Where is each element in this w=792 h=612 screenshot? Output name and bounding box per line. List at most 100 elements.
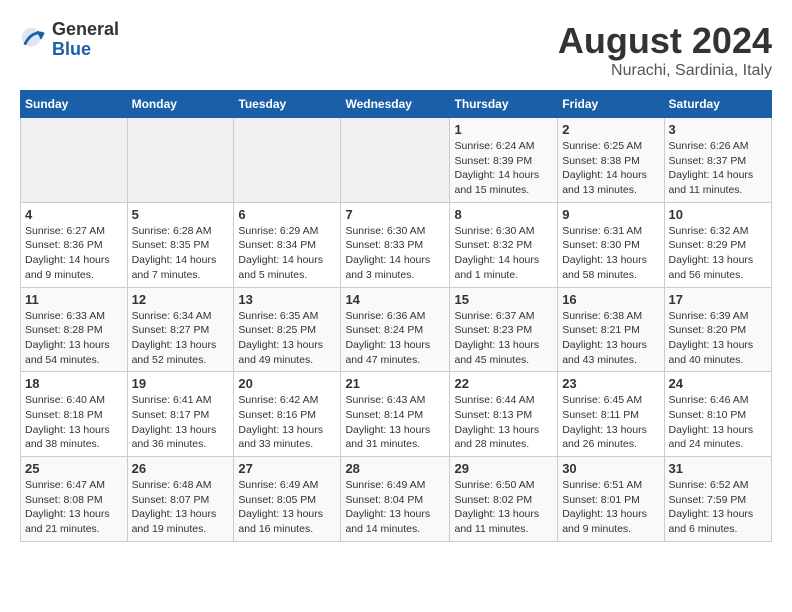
day-info: Sunrise: 6:40 AMSunset: 8:18 PMDaylight:… — [25, 393, 123, 452]
day-info: Sunrise: 6:43 AMSunset: 8:14 PMDaylight:… — [345, 393, 445, 452]
calendar-cell: 8Sunrise: 6:30 AMSunset: 8:32 PMDaylight… — [450, 202, 558, 287]
day-info: Sunrise: 6:39 AMSunset: 8:20 PMDaylight:… — [669, 309, 767, 368]
calendar-cell: 29 Sunrise: 6:50 AMSunset: 8:02 PMDayligh… — [450, 457, 558, 542]
calendar-cell: 22 Sunrise: 6:44 AMSunset: 8:13 PMDayligh… — [450, 372, 558, 457]
day-number: 29 — [454, 461, 553, 476]
logo-blue: Blue — [52, 40, 119, 60]
title-block: August 2024 Nurachi, Sardinia, Italy — [558, 20, 772, 80]
calendar-cell — [21, 118, 128, 203]
header-tuesday: Tuesday — [234, 91, 341, 118]
day-number: 7 — [345, 207, 445, 222]
calendar-cell: 5 Sunrise: 6:28 AMSunset: 8:35 PMDaylight… — [127, 202, 234, 287]
day-number: 16 — [562, 292, 659, 307]
day-info: Sunrise: 6:31 AMSunset: 8:30 PMDaylight:… — [562, 224, 659, 283]
day-info: Sunrise: 6:47 AMSunset: 8:08 PMDaylight:… — [25, 478, 123, 537]
calendar-cell: 23 Sunrise: 6:45 AMSunset: 8:11 PMDayligh… — [558, 372, 664, 457]
day-info: Sunrise: 6:45 AMSunset: 8:11 PMDaylight:… — [562, 393, 659, 452]
day-number: 14 — [345, 292, 445, 307]
calendar-cell: 11 Sunrise: 6:33 AMSunset: 8:28 PMDayligh… — [21, 287, 128, 372]
day-info: Sunrise: 6:33 AMSunset: 8:28 PMDaylight:… — [25, 309, 123, 368]
day-info: Sunrise: 6:42 AMSunset: 8:16 PMDaylight:… — [238, 393, 336, 452]
day-info: Sunrise: 6:49 AMSunset: 8:04 PMDaylight:… — [345, 478, 445, 537]
calendar-week-3: 11 Sunrise: 6:33 AMSunset: 8:28 PMDayligh… — [21, 287, 772, 372]
calendar-week-4: 18 Sunrise: 6:40 AMSunset: 8:18 PMDayligh… — [21, 372, 772, 457]
day-info: Sunrise: 6:37 AMSunset: 8:23 PMDaylight:… — [454, 309, 553, 368]
calendar-cell: 12Sunrise: 6:34 AMSunset: 8:27 PMDayligh… — [127, 287, 234, 372]
day-info: Sunrise: 6:36 AMSunset: 8:24 PMDaylight:… — [345, 309, 445, 368]
day-number: 25 — [25, 461, 123, 476]
day-info: Sunrise: 6:49 AMSunset: 8:05 PMDaylight:… — [238, 478, 336, 537]
header-wednesday: Wednesday — [341, 91, 450, 118]
day-info: Sunrise: 6:26 AMSunset: 8:37 PMDaylight:… — [669, 139, 767, 198]
day-info: Sunrise: 6:35 AMSunset: 8:25 PMDaylight:… — [238, 309, 336, 368]
calendar-cell: 13 Sunrise: 6:35 AMSunset: 8:25 PMDayligh… — [234, 287, 341, 372]
calendar-cell: 9 Sunrise: 6:31 AMSunset: 8:30 PMDaylight… — [558, 202, 664, 287]
day-number: 24 — [669, 376, 767, 391]
calendar-cell: 3 Sunrise: 6:26 AMSunset: 8:37 PMDaylight… — [664, 118, 771, 203]
calendar-cell: 19Sunrise: 6:41 AMSunset: 8:17 PMDayligh… — [127, 372, 234, 457]
day-number: 17 — [669, 292, 767, 307]
day-number: 10 — [669, 207, 767, 222]
calendar-cell: 25 Sunrise: 6:47 AMSunset: 8:08 PMDayligh… — [21, 457, 128, 542]
day-number: 9 — [562, 207, 659, 222]
calendar-cell: 31 Sunrise: 6:52 AMSunset: 7:59 PMDayligh… — [664, 457, 771, 542]
calendar-cell: 4 Sunrise: 6:27 AMSunset: 8:36 PMDaylight… — [21, 202, 128, 287]
calendar-cell: 16 Sunrise: 6:38 AMSunset: 8:21 PMDayligh… — [558, 287, 664, 372]
day-number: 12 — [132, 292, 230, 307]
day-number: 20 — [238, 376, 336, 391]
day-info: Sunrise: 6:48 AMSunset: 8:07 PMDaylight:… — [132, 478, 230, 537]
day-info: Sunrise: 6:25 AMSunset: 8:38 PMDaylight:… — [562, 139, 659, 198]
calendar-week-5: 25 Sunrise: 6:47 AMSunset: 8:08 PMDayligh… — [21, 457, 772, 542]
header-sunday: Sunday — [21, 91, 128, 118]
day-info: Sunrise: 6:50 AMSunset: 8:02 PMDaylight:… — [454, 478, 553, 537]
logo-general: General — [52, 20, 119, 40]
header-saturday: Saturday — [664, 91, 771, 118]
calendar-cell: 27 Sunrise: 6:49 AMSunset: 8:05 PMDayligh… — [234, 457, 341, 542]
page-header: General Blue August 2024 Nurachi, Sardin… — [20, 20, 772, 80]
calendar-cell: 6 Sunrise: 6:29 AMSunset: 8:34 PMDaylight… — [234, 202, 341, 287]
header-thursday: Thursday — [450, 91, 558, 118]
calendar-header-row: SundayMondayTuesdayWednesdayThursdayFrid… — [21, 91, 772, 118]
calendar-cell: 18 Sunrise: 6:40 AMSunset: 8:18 PMDayligh… — [21, 372, 128, 457]
day-number: 13 — [238, 292, 336, 307]
day-number: 19 — [132, 376, 230, 391]
day-info: Sunrise: 6:52 AMSunset: 7:59 PMDaylight:… — [669, 478, 767, 537]
day-info: Sunrise: 6:28 AMSunset: 8:35 PMDaylight:… — [132, 224, 230, 283]
day-number: 11 — [25, 292, 123, 307]
day-number: 22 — [454, 376, 553, 391]
logo-text: General Blue — [52, 20, 119, 60]
day-number: 6 — [238, 207, 336, 222]
calendar-cell — [234, 118, 341, 203]
calendar-cell: 14 Sunrise: 6:36 AMSunset: 8:24 PMDayligh… — [341, 287, 450, 372]
calendar-week-2: 4 Sunrise: 6:27 AMSunset: 8:36 PMDaylight… — [21, 202, 772, 287]
day-info: Sunrise: 6:27 AMSunset: 8:36 PMDaylight:… — [25, 224, 123, 283]
calendar-week-1: 1 Sunrise: 6:24 AMSunset: 8:39 PMDaylight… — [21, 118, 772, 203]
day-info: Sunrise: 6:44 AMSunset: 8:13 PMDaylight:… — [454, 393, 553, 452]
day-number: 21 — [345, 376, 445, 391]
day-info: Sunrise: 6:24 AMSunset: 8:39 PMDaylight:… — [454, 139, 553, 198]
day-number: 15 — [454, 292, 553, 307]
calendar-table: SundayMondayTuesdayWednesdayThursdayFrid… — [20, 90, 772, 542]
calendar-cell: 10Sunrise: 6:32 AMSunset: 8:29 PMDayligh… — [664, 202, 771, 287]
day-number: 3 — [669, 122, 767, 137]
day-info: Sunrise: 6:29 AMSunset: 8:34 PMDaylight:… — [238, 224, 336, 283]
calendar-cell: 2Sunrise: 6:25 AMSunset: 8:38 PMDaylight… — [558, 118, 664, 203]
calendar-cell: 20 Sunrise: 6:42 AMSunset: 8:16 PMDayligh… — [234, 372, 341, 457]
calendar-cell: 26Sunrise: 6:48 AMSunset: 8:07 PMDayligh… — [127, 457, 234, 542]
calendar-cell: 17 Sunrise: 6:39 AMSunset: 8:20 PMDayligh… — [664, 287, 771, 372]
day-number: 30 — [562, 461, 659, 476]
logo: General Blue — [20, 20, 119, 60]
month-year-title: August 2024 — [558, 20, 772, 62]
calendar-cell: 28Sunrise: 6:49 AMSunset: 8:04 PMDayligh… — [341, 457, 450, 542]
day-number: 27 — [238, 461, 336, 476]
day-number: 5 — [132, 207, 230, 222]
calendar-cell: 21 Sunrise: 6:43 AMSunset: 8:14 PMDayligh… — [341, 372, 450, 457]
day-number: 23 — [562, 376, 659, 391]
day-number: 18 — [25, 376, 123, 391]
day-info: Sunrise: 6:30 AMSunset: 8:32 PMDaylight:… — [454, 224, 553, 283]
day-number: 1 — [454, 122, 553, 137]
day-info: Sunrise: 6:30 AMSunset: 8:33 PMDaylight:… — [345, 224, 445, 283]
day-number: 31 — [669, 461, 767, 476]
day-number: 4 — [25, 207, 123, 222]
day-info: Sunrise: 6:38 AMSunset: 8:21 PMDaylight:… — [562, 309, 659, 368]
